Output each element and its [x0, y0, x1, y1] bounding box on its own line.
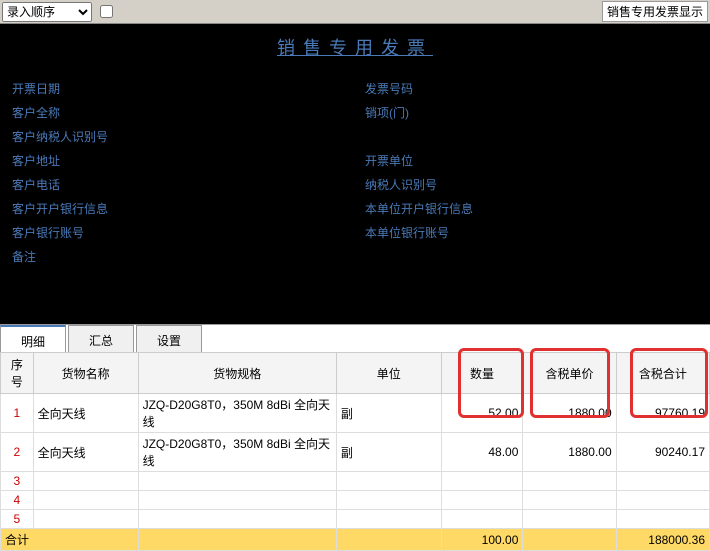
total-row: 合计 100.00 188000.36	[1, 529, 710, 551]
field-label: 客户银行账号	[12, 224, 102, 241]
cell-spec[interactable]	[138, 472, 336, 491]
cell-total[interactable]	[616, 491, 709, 510]
col-name[interactable]: 货物名称	[33, 353, 138, 394]
field-label: 备注	[12, 248, 102, 265]
tabs: 明细 汇总 设置	[0, 324, 710, 352]
cell-spec[interactable]: JZQ-D20G8T0，350M 8dBi 全向天线	[138, 433, 336, 472]
cell-name[interactable]: 全向天线	[33, 433, 138, 472]
cell-seq[interactable]: 5	[1, 510, 34, 529]
field-label: 发票号码	[365, 80, 455, 97]
cell-qty[interactable]	[441, 510, 523, 529]
field-label: 销项(门)	[365, 104, 455, 121]
field-label: 开票日期	[12, 80, 102, 97]
cell-name[interactable]	[33, 510, 138, 529]
detail-table[interactable]: 序号 货物名称 货物规格 单位 数量 含税单价 含税合计 1全向天线JZQ-D2…	[0, 352, 710, 551]
invoice-title: 销售专用发票	[12, 34, 698, 60]
field-label: 客户电话	[12, 176, 102, 193]
cell-price[interactable]: 1880.00	[523, 394, 616, 433]
cell-spec[interactable]: JZQ-D20G8T0，350M 8dBi 全向天线	[138, 394, 336, 433]
cell-qty[interactable]: 52.00	[441, 394, 523, 433]
table-row[interactable]: 3	[1, 472, 710, 491]
cell-qty[interactable]: 48.00	[441, 433, 523, 472]
cell-total[interactable]	[616, 472, 709, 491]
invoice-header: 销售专用发票 开票日期 客户全称 客户纳税人识别号 客户地址 客户电话 客户开户…	[0, 24, 710, 324]
cell-seq[interactable]: 4	[1, 491, 34, 510]
tab-detail[interactable]: 明细	[0, 325, 66, 352]
left-fields: 开票日期 客户全称 客户纳税人识别号 客户地址 客户电话 客户开户银行信息 客户…	[12, 80, 365, 272]
col-total[interactable]: 含税合计	[616, 353, 709, 394]
field-label: 纳税人识别号	[365, 176, 455, 193]
cell-price[interactable]	[523, 510, 616, 529]
cell-qty[interactable]	[441, 491, 523, 510]
tab-summary[interactable]: 汇总	[68, 325, 134, 352]
cell-unit[interactable]	[336, 472, 441, 491]
cell-spec[interactable]	[138, 491, 336, 510]
table-row[interactable]: 5	[1, 510, 710, 529]
cell-price[interactable]	[523, 491, 616, 510]
cell-total[interactable]	[616, 510, 709, 529]
col-qty[interactable]: 数量	[441, 353, 523, 394]
total-label: 合计	[1, 529, 139, 551]
field-label: 客户开户银行信息	[12, 200, 108, 217]
cell-price[interactable]: 1880.00	[523, 433, 616, 472]
cell-seq[interactable]: 1	[1, 394, 34, 433]
cell-seq[interactable]: 3	[1, 472, 34, 491]
order-dropdown[interactable]: 录入顺序	[2, 2, 92, 22]
display-mode-badge[interactable]: 销售专用发票显示	[602, 1, 708, 22]
col-unit[interactable]: 单位	[336, 353, 441, 394]
total-qty: 100.00	[441, 529, 523, 551]
field-label: 客户地址	[12, 152, 102, 169]
field-label: 客户全称	[12, 104, 102, 121]
cell-unit[interactable]: 副	[336, 433, 441, 472]
cell-name[interactable]: 全向天线	[33, 394, 138, 433]
cell-seq[interactable]: 2	[1, 433, 34, 472]
cell-price[interactable]	[523, 472, 616, 491]
cell-qty[interactable]	[441, 472, 523, 491]
cell-name[interactable]	[33, 472, 138, 491]
col-seq[interactable]: 序号	[1, 353, 34, 394]
checkbox-area	[100, 5, 117, 18]
detail-table-area: 序号 货物名称 货物规格 单位 数量 含税单价 含税合计 1全向天线JZQ-D2…	[0, 352, 710, 551]
col-price[interactable]: 含税单价	[523, 353, 616, 394]
cell-unit[interactable]: 副	[336, 394, 441, 433]
cell-total[interactable]: 97760.19	[616, 394, 709, 433]
cell-name[interactable]	[33, 491, 138, 510]
table-row[interactable]: 2全向天线JZQ-D20G8T0，350M 8dBi 全向天线副48.00188…	[1, 433, 710, 472]
cell-spec[interactable]	[138, 510, 336, 529]
top-toolbar: 录入顺序 销售专用发票显示	[0, 0, 710, 24]
cell-unit[interactable]	[336, 491, 441, 510]
table-row[interactable]: 4	[1, 491, 710, 510]
total-amount: 188000.36	[616, 529, 709, 551]
toolbar-checkbox[interactable]	[100, 5, 113, 18]
field-label: 开票单位	[365, 152, 455, 169]
table-row[interactable]: 1全向天线JZQ-D20G8T0，350M 8dBi 全向天线副52.00188…	[1, 394, 710, 433]
field-label: 客户纳税人识别号	[12, 128, 108, 145]
tab-settings[interactable]: 设置	[136, 325, 202, 352]
col-spec[interactable]: 货物规格	[138, 353, 336, 394]
right-fields: 发票号码 销项(门) 开票单位 纳税人识别号 本单位开户银行信息 本单位银行账号	[365, 80, 698, 272]
field-label: 本单位开户银行信息	[365, 200, 473, 217]
field-label: 本单位银行账号	[365, 224, 455, 241]
cell-total[interactable]: 90240.17	[616, 433, 709, 472]
cell-unit[interactable]	[336, 510, 441, 529]
